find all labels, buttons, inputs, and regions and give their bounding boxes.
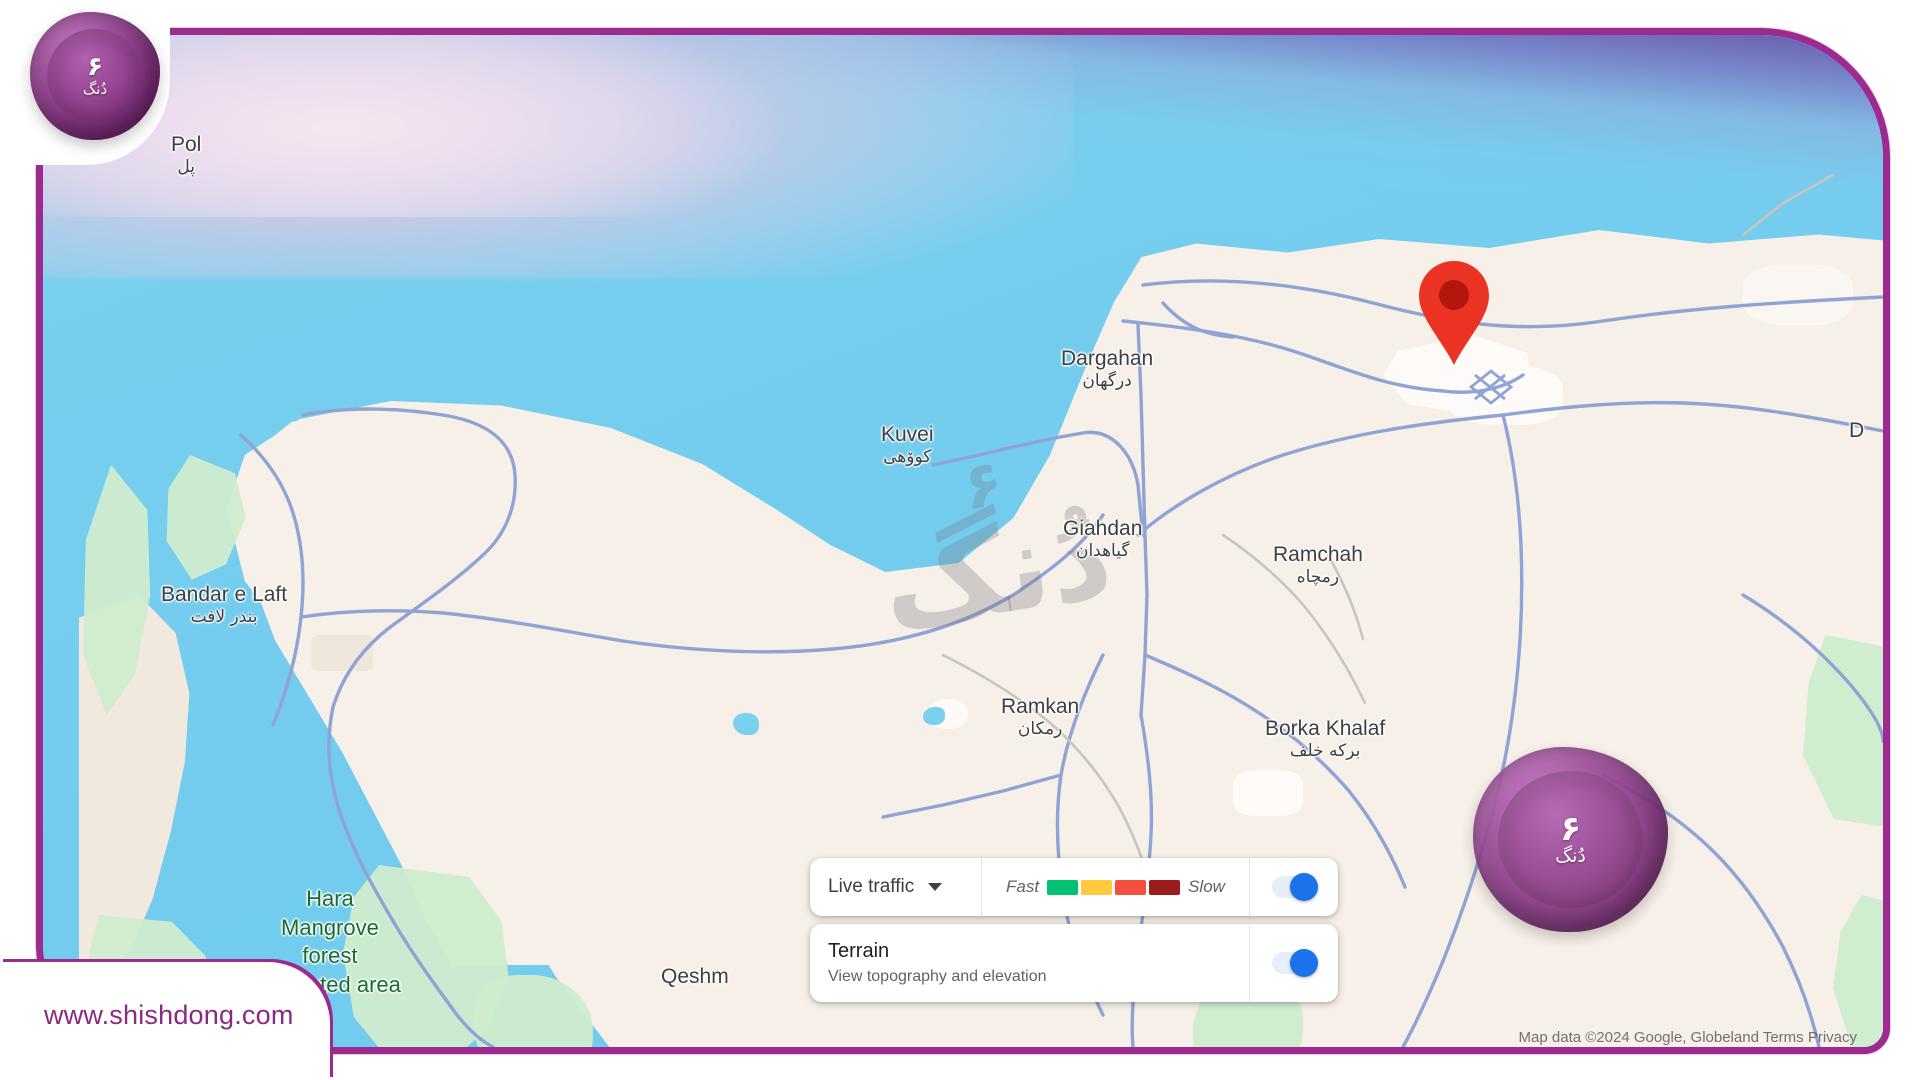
terrain-subtitle: View topography and elevation	[828, 968, 1047, 985]
terrain-toggle-cell	[1250, 924, 1338, 1002]
terrain-title: Terrain	[828, 940, 890, 962]
traffic-legend: Fast Slow	[982, 858, 1250, 916]
traffic-mode-label: Live traffic	[828, 876, 915, 897]
site-url[interactable]: www.shishdong.com	[44, 1000, 294, 1031]
traffic-toggle-cell	[1250, 858, 1338, 916]
traffic-card: Live traffic Fast Slow	[810, 858, 1338, 916]
legend-fast-label: Fast	[1006, 877, 1040, 896]
toggle-knob	[1290, 949, 1318, 977]
legend-swatch-medium	[1081, 879, 1113, 895]
map-pin-marker[interactable]	[1415, 259, 1493, 367]
legend-swatch-heavy	[1115, 879, 1147, 895]
map-controls-panel: Live traffic Fast Slow Terrain View topo…	[810, 858, 1338, 1002]
toggle-knob	[1290, 873, 1318, 901]
chevron-down-icon	[928, 883, 943, 891]
brand-seal-number: ۶	[87, 52, 103, 83]
brand-seal-text: ۶ دُنگ	[83, 54, 107, 97]
traffic-mode-selector[interactable]: Live traffic	[810, 858, 982, 916]
legend-swatch-slow	[1149, 879, 1181, 895]
brand-seal-word: دُنگ	[82, 79, 108, 98]
terrain-toggle-switch[interactable]	[1272, 949, 1318, 977]
legend-slow-label: Slow	[1188, 877, 1225, 896]
map-attribution: Map data ©2024 Google, Globeland Terms P…	[1518, 1029, 1857, 1046]
terrain-card: Terrain View topography and elevation	[810, 924, 1338, 1002]
map-seal-text: ۶ دُنگ	[1555, 808, 1586, 868]
map-seal-word: دُنگ	[1555, 845, 1586, 868]
screenshot-root: ۶ دُنگ ۶ دُنگ Pol پل Dargahan درگهان Kuv	[0, 0, 1920, 1080]
map-seal-number: ۶	[1560, 808, 1581, 849]
terrain-text-block: Terrain View topography and elevation	[810, 924, 1250, 1002]
legend-swatches	[1047, 879, 1181, 895]
traffic-toggle-switch[interactable]	[1272, 873, 1318, 901]
legend-swatch-fast	[1047, 879, 1079, 895]
